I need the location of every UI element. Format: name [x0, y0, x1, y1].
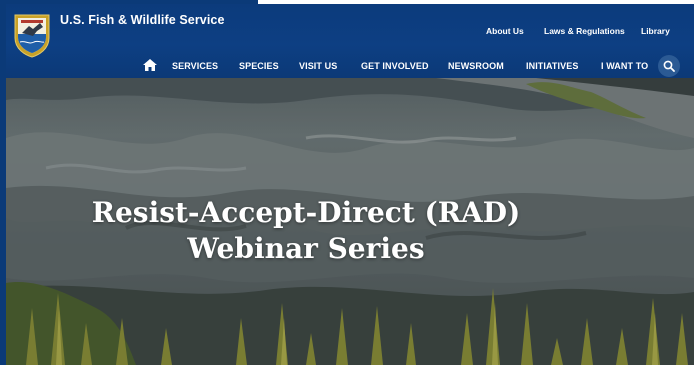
nav-initiatives[interactable]: INITIATIVES [526, 61, 578, 71]
nav-services[interactable]: SERVICES [172, 61, 218, 71]
nav-get-involved[interactable]: GET INVOLVED [361, 61, 429, 71]
search-icon [663, 60, 675, 72]
nav-newsroom[interactable]: NEWSROOM [448, 61, 504, 71]
usfws-shield-icon [14, 14, 50, 58]
hero-title-line-2: Webinar Series [187, 232, 425, 265]
hero-banner: Resist-Accept-Direct (RAD) Webinar Serie… [6, 78, 694, 365]
nav-species[interactable]: SPECIES [239, 61, 279, 71]
nav-visit-us[interactable]: VISIT US [299, 61, 337, 71]
nav-laws-regulations[interactable]: Laws & Regulations [544, 26, 625, 36]
site-name[interactable]: U.S. Fish & Wildlife Service [60, 13, 225, 27]
home-icon[interactable] [143, 58, 157, 71]
hero-title-line-1: Resist-Accept-Direct (RAD) [91, 196, 521, 229]
nav-i-want-to[interactable]: I WANT TO [601, 61, 648, 71]
page: U.S. Fish & Wildlife Service About Us La… [0, 0, 694, 365]
search-button[interactable] [658, 55, 680, 77]
hero-title: Resist-Accept-Direct (RAD) Webinar Serie… [6, 195, 606, 267]
nav-about-us[interactable]: About Us [486, 26, 524, 36]
nav-library[interactable]: Library [641, 26, 670, 36]
site-header: U.S. Fish & Wildlife Service About Us La… [0, 4, 694, 78]
usfws-logo[interactable] [13, 12, 51, 58]
